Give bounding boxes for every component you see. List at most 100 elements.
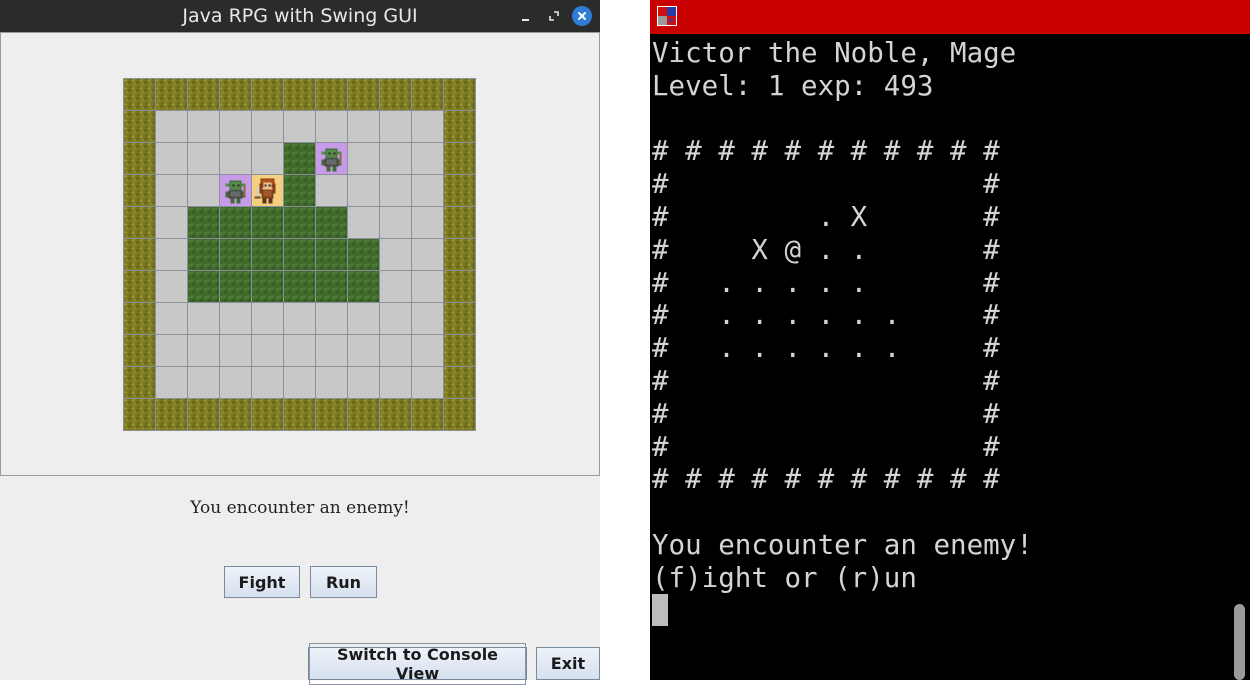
terminal-app-icon [657, 6, 677, 26]
run-button[interactable]: Run [310, 566, 377, 598]
map-tile-floor [155, 366, 188, 399]
map-tile-wall [219, 78, 252, 111]
map-tile-grass [219, 206, 252, 239]
maximize-button[interactable] [544, 6, 564, 26]
map-tile-floor [155, 334, 188, 367]
map-tile-grass [251, 238, 284, 271]
map-tile-floor [379, 334, 412, 367]
switch-to-console-button[interactable]: Switch to Console View [308, 642, 527, 685]
map-tile-wall [123, 334, 156, 367]
close-icon [578, 12, 586, 20]
map-tile-floor [411, 174, 444, 207]
gui-window: Java RPG with Swing GUI You encounter an… [0, 0, 600, 685]
map-tile-floor [155, 270, 188, 303]
map-tile-wall [123, 270, 156, 303]
map-tile-wall [123, 78, 156, 111]
map-tile-floor [219, 142, 252, 175]
map-tile-grass [219, 238, 252, 271]
map-tile-floor [315, 302, 348, 335]
map-tile-wall [123, 398, 156, 431]
map-tile-grass [187, 206, 220, 239]
map-tile-wall [123, 206, 156, 239]
map-tile-wall [219, 398, 252, 431]
close-button[interactable] [572, 6, 592, 26]
map-tile-wall [443, 238, 476, 271]
game-map-panel [0, 32, 600, 476]
map-tile-floor [219, 302, 252, 335]
map-tile-floor [187, 366, 220, 399]
map-tile-wall [123, 142, 156, 175]
map-tile-floor [155, 142, 188, 175]
map-tile-wall [123, 174, 156, 207]
map-tile-floor [251, 302, 284, 335]
map-tile-floor [379, 142, 412, 175]
map-tile-grass [347, 238, 380, 271]
map-tile-grass [283, 174, 316, 207]
map-tile-wall [443, 270, 476, 303]
map-tile-wall [443, 206, 476, 239]
map-tile-grass [315, 238, 348, 271]
console-window: Victor the Noble, Mage Level: 1 exp: 493… [650, 0, 1250, 680]
map-tile-wall [443, 302, 476, 335]
map-tile-floor [219, 110, 252, 143]
terminal-scrollbar[interactable] [1234, 604, 1245, 680]
map-tile-hero [251, 174, 284, 207]
map-tile-wall [411, 78, 444, 111]
map-tile-floor [411, 238, 444, 271]
map-tile-floor [187, 142, 220, 175]
map-tile-wall [123, 110, 156, 143]
map-tile-floor [411, 270, 444, 303]
map-tile-grass [315, 206, 348, 239]
map-tile-grass [187, 270, 220, 303]
map-tile-wall [187, 78, 220, 111]
exit-button[interactable]: Exit [536, 647, 600, 680]
terminal-cursor[interactable] [652, 594, 668, 626]
map-tile-floor [411, 302, 444, 335]
map-tile-grass [187, 238, 220, 271]
map-tile-wall [155, 398, 188, 431]
map-tile-floor [411, 366, 444, 399]
map-tile-floor [411, 110, 444, 143]
map-tile-wall [443, 398, 476, 431]
map-tile-wall [379, 398, 412, 431]
map-tile-wall [443, 174, 476, 207]
map-tile-wall [155, 78, 188, 111]
map-tile-floor [315, 110, 348, 143]
map-tile-floor [219, 334, 252, 367]
map-tile-grass [251, 206, 284, 239]
map-tile-grass [347, 270, 380, 303]
map-tile-floor [187, 110, 220, 143]
map-tile-floor [187, 334, 220, 367]
map-tile-floor [347, 366, 380, 399]
map-tile-wall [443, 366, 476, 399]
map-tile-floor [315, 366, 348, 399]
fight-button[interactable]: Fight [224, 566, 300, 598]
map-tile-wall [123, 302, 156, 335]
map-tile-grass [283, 206, 316, 239]
map-tile-floor [155, 238, 188, 271]
map-tile-floor [411, 206, 444, 239]
map-tile-floor [155, 206, 188, 239]
map-tile-wall [347, 78, 380, 111]
map-tile-floor [347, 206, 380, 239]
map-tile-wall [251, 398, 284, 431]
map-tile-floor [411, 142, 444, 175]
window-title: Java RPG with Swing GUI [182, 5, 418, 27]
map-tile-floor [379, 238, 412, 271]
map-tile-wall [443, 334, 476, 367]
map-tile-floor [251, 334, 284, 367]
map-tile-wall [379, 78, 412, 111]
maximize-icon [549, 11, 559, 21]
map-tile-floor [187, 302, 220, 335]
map-tile-floor [379, 206, 412, 239]
minimize-button[interactable] [516, 6, 536, 26]
minimize-icon [522, 19, 529, 21]
map-tile-wall [347, 398, 380, 431]
map-tile-floor [187, 174, 220, 207]
map-tile-floor [283, 110, 316, 143]
console-output: Victor the Noble, Mage Level: 1 exp: 493… [652, 37, 1033, 594]
map-tile-floor [283, 366, 316, 399]
map-tile-grass [219, 270, 252, 303]
map-tile-enemy [219, 174, 252, 207]
map-tile-floor [347, 174, 380, 207]
